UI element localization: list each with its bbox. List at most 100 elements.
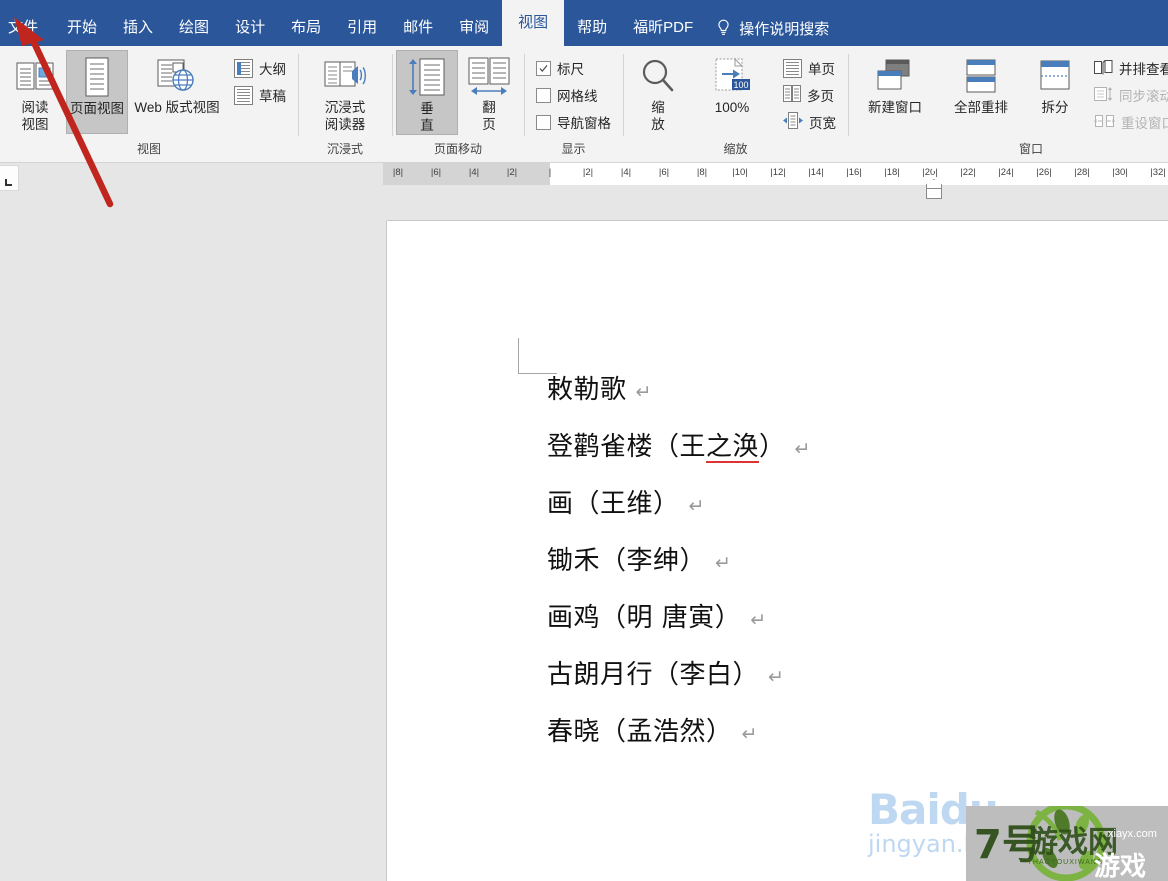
button-split[interactable]: 拆分 <box>1024 50 1086 134</box>
ruler-tick-label: |32| <box>1150 167 1166 178</box>
check-icon <box>539 64 548 72</box>
left-gray-pane <box>0 201 387 881</box>
button-side-to-side[interactable]: 翻 页 <box>458 50 520 134</box>
tab-foxit-pdf[interactable]: 福昕PDF <box>620 11 706 45</box>
button-label: 拆分 <box>1041 100 1069 115</box>
button-label: 100% <box>714 100 750 115</box>
document-line[interactable]: 古朗月行（李白） ↵ <box>547 654 810 711</box>
tab-stop-selector[interactable] <box>0 165 19 191</box>
draft-icon <box>234 85 253 105</box>
button-label: 缩 放 <box>651 100 665 132</box>
tab-references[interactable]: 引用 <box>334 11 390 45</box>
ribbon-group-zoom: 缩 放 100 100% 单页 多页 页宽 缩放 <box>623 46 848 162</box>
ruler-tick-label: |4| <box>468 167 480 178</box>
tab-help[interactable]: 帮助 <box>564 11 620 45</box>
tab-review[interactable]: 审阅 <box>446 11 502 45</box>
document-line[interactable]: 锄禾（李绅） ↵ <box>547 540 810 597</box>
button-web-layout[interactable]: Web 版式视图 <box>128 50 226 134</box>
button-label: 新建窗口 <box>868 100 922 115</box>
tab-design[interactable]: 设计 <box>222 11 278 45</box>
document-line[interactable]: 画（王维） ↵ <box>547 483 810 540</box>
multiple-pages-icon <box>783 85 801 105</box>
checkbox-navigation-pane[interactable]: 导航窗格 <box>532 110 615 134</box>
button-label: 垂 直 <box>420 101 434 133</box>
button-zoom[interactable]: 缩 放 <box>627 50 689 134</box>
group-label-views: 视图 <box>136 142 161 156</box>
button-view-side-by-side[interactable]: 并排查看 <box>1090 56 1168 80</box>
tab-stop-icon <box>5 179 12 186</box>
button-new-window[interactable]: 新建窗口 <box>852 50 938 134</box>
button-one-page[interactable]: 单页 <box>779 56 840 80</box>
ruler-tick-label: |2| <box>506 167 518 178</box>
tab-file[interactable]: 文件 <box>0 11 54 45</box>
button-arrange-all[interactable]: 全部重排 <box>938 50 1024 134</box>
tab-mailings[interactable]: 邮件 <box>390 11 446 45</box>
button-reset-window-position[interactable]: 重设窗口位置 <box>1090 110 1168 134</box>
button-vertical-scroll[interactable]: 垂 直 <box>396 50 458 135</box>
button-label: 单页 <box>808 62 835 77</box>
tab-layout[interactable]: 布局 <box>278 11 334 45</box>
button-immersive-reader[interactable]: 沉浸式 阅读器 <box>302 50 388 134</box>
ruler-tick-label: |2| <box>582 167 594 178</box>
outline-icon <box>234 58 253 78</box>
button-zoom-100[interactable]: 100 100% <box>689 50 775 134</box>
svg-text:7HAOYOUXIWANG: 7HAOYOUXIWANG <box>1028 859 1103 866</box>
checkbox-label: 标尺 <box>557 62 584 77</box>
document-line[interactable]: 画鸡（明 唐寅） ↵ <box>547 597 810 654</box>
magnifier-icon <box>639 53 677 99</box>
paragraph-mark: ↵ <box>794 439 811 460</box>
ruler-tick-label: |22| <box>960 167 976 178</box>
checkbox-label: 网格线 <box>557 89 598 104</box>
web-layout-icon <box>155 53 199 99</box>
document-line[interactable]: 登鹳雀楼（王之涣） ↵ <box>547 426 810 483</box>
document-line-text: 锄禾（李绅） <box>547 546 707 576</box>
side-to-side-icon <box>465 53 513 99</box>
button-label: 重设窗口位置 <box>1121 116 1168 131</box>
ruler-row: |8| |6| |4| |2| | |2| |4| |6| |8| |10| |12| |14| |16… <box>0 163 1168 201</box>
button-label: 翻 页 <box>482 100 496 132</box>
ribbon-group-show: 标尺 网格线 导航窗格 显示 <box>524 46 623 162</box>
button-outline[interactable]: 大纲 <box>230 56 290 80</box>
button-print-layout[interactable]: 页面视图 <box>66 50 128 134</box>
page-width-icon <box>783 112 803 132</box>
button-read-mode[interactable]: 阅读 视图 <box>4 50 66 134</box>
button-label: Web 版式视图 <box>134 100 220 115</box>
ruler-ticks: |8| |6| |4| |2| | |2| |4| |6| |8| |10| |12| |14| |16… <box>383 163 1168 185</box>
checkbox-ruler[interactable]: 标尺 <box>532 56 615 80</box>
document-page[interactable]: 敕勒歌 ↵ 登鹳雀楼（王之涣） ↵ 画（王维） ↵ 锄禾（李绅） ↵ 画鸡（明 唐寅） ↵ 古朗月行… <box>387 221 1168 881</box>
tab-view[interactable]: 视图 <box>502 0 565 46</box>
button-page-width[interactable]: 页宽 <box>779 110 840 134</box>
document-line[interactable]: 春晓（孟浩然） ↵ <box>547 711 810 768</box>
document-line-text: 画鸡（明 唐寅） <box>547 603 742 633</box>
ruler-tick-label: |26| <box>1036 167 1052 178</box>
ribbon-group-window: 新建窗口 全部重排 拆分 并排查看 同步滚动 重设窗 窗口 <box>848 46 1168 162</box>
reset-window-position-icon <box>1094 113 1115 132</box>
ruler-tick-label: |16| <box>846 167 862 178</box>
window-small-buttons: 并排查看 同步滚动 重设窗 <box>1086 50 1168 134</box>
tab-home[interactable]: 开始 <box>54 11 110 45</box>
one-page-icon <box>783 58 802 78</box>
document-line-text: 登鹳雀楼（王之涣） <box>547 432 786 463</box>
tell-me-search[interactable]: 操作说明搜索 <box>706 11 839 45</box>
button-label: 并排查看 <box>1119 62 1168 77</box>
checkbox-gridlines[interactable]: 网格线 <box>532 83 615 107</box>
button-label: 全部重排 <box>954 100 1008 115</box>
button-synchronous-scrolling[interactable]: 同步滚动 <box>1090 83 1168 107</box>
button-multiple-pages[interactable]: 多页 <box>779 83 840 107</box>
ruler-tick-label: |8| <box>696 167 708 178</box>
horizontal-ruler[interactable]: |8| |6| |4| |2| | |2| |4| |6| |8| |10| |12| |14| |16… <box>383 163 1168 185</box>
split-icon <box>1035 53 1075 99</box>
left-indent-marker[interactable] <box>926 188 942 199</box>
document-text-body[interactable]: 敕勒歌 ↵ 登鹳雀楼（王之涣） ↵ 画（王维） ↵ 锄禾（李绅） ↵ 画鸡（明 唐寅） ↵ 古朗月行… <box>547 369 810 768</box>
zoom-small-buttons: 单页 多页 页宽 <box>775 50 844 134</box>
document-line[interactable]: 敕勒歌 ↵ <box>547 369 810 426</box>
zoom-100-icon: 100 <box>710 53 754 99</box>
ribbon-view-tab-content: 阅读 视图 页面视图 Web 版式视图 大纲 草稿 视图 沉浸式 阅读器 沉浸式… <box>0 46 1168 163</box>
tab-draw[interactable]: 绘图 <box>166 11 222 45</box>
paragraph-mark: ↵ <box>635 382 652 403</box>
tab-insert[interactable]: 插入 <box>110 11 166 45</box>
checkbox-box <box>536 87 551 103</box>
button-label: 沉浸式 阅读器 <box>324 100 366 132</box>
ribbon-group-page-movement: 垂 直 翻 页 页面移动 <box>392 46 524 162</box>
button-draft[interactable]: 草稿 <box>230 83 290 107</box>
